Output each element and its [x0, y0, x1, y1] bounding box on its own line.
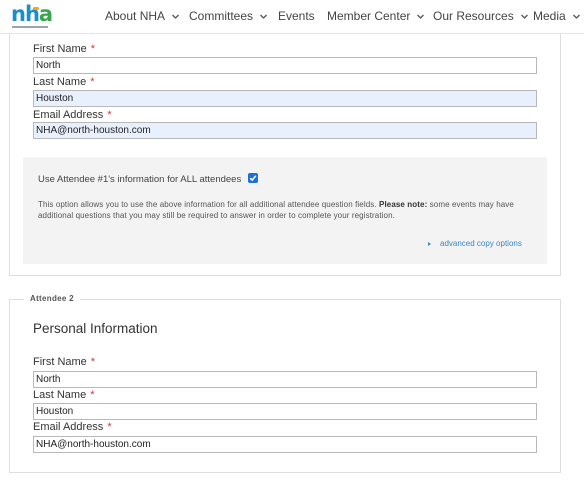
- required-marker: *: [90, 389, 95, 401]
- nav-label: About NHA: [105, 9, 166, 23]
- last-name-field[interactable]: Houston: [33, 90, 537, 107]
- required-marker: *: [90, 43, 96, 55]
- nav-label: Member Center: [327, 9, 411, 23]
- nav-media[interactable]: Media: [533, 9, 581, 23]
- logo-accent-dot: [33, 7, 39, 10]
- required-marker: *: [90, 76, 95, 88]
- attendee-1-panel: First Name * North Last Name * Houston Ema…: [9, 34, 561, 276]
- logo-text: nha: [11, 2, 53, 26]
- chevron-down-icon: [520, 12, 529, 21]
- attendee-2-legend: Attendee 2: [24, 294, 80, 303]
- nav-events[interactable]: Events: [278, 9, 315, 23]
- first-name-field[interactable]: North: [33, 57, 537, 74]
- required-marker: *: [107, 421, 112, 433]
- copy-attendee-info-box: Use Attendee #1's information for ALL at…: [23, 157, 547, 264]
- required-marker: *: [90, 356, 96, 368]
- nav-about-nha[interactable]: About NHA: [105, 9, 180, 23]
- site-header: nha About NHA Committees Events Member C…: [0, 0, 584, 34]
- nav-committees[interactable]: Committees: [189, 9, 268, 23]
- advanced-copy-options-link[interactable]: advanced copy options: [428, 239, 522, 248]
- nav-member-center[interactable]: Member Center: [327, 9, 425, 23]
- last-name-field[interactable]: Houston: [33, 403, 537, 420]
- copy-all-attendees-label: Use Attendee #1's information for ALL at…: [38, 174, 242, 185]
- email-label: Email Address *: [33, 109, 112, 121]
- email-field[interactable]: NHA@north-houston.com: [33, 436, 537, 453]
- personal-information-title: Personal Information: [33, 321, 158, 336]
- nav-label: Committees: [189, 9, 254, 23]
- chevron-down-icon: [259, 12, 268, 21]
- last-name-label: Last Name *: [33, 76, 95, 88]
- copy-all-attendees-checkbox[interactable]: [248, 173, 258, 183]
- nha-logo[interactable]: nha: [11, 2, 53, 29]
- email-label: Email Address *: [33, 421, 112, 433]
- chevron-down-icon: [572, 12, 581, 21]
- first-name-label: First Name *: [33, 43, 96, 55]
- nav-label: Events: [278, 9, 315, 23]
- please-note-label: Please note:: [379, 200, 428, 209]
- chevron-down-icon: [171, 12, 180, 21]
- caret-right-icon: [428, 241, 431, 246]
- last-name-label: Last Name *: [33, 389, 95, 401]
- email-field[interactable]: NHA@north-houston.com: [33, 122, 537, 139]
- nav-our-resources[interactable]: Our Resources: [433, 9, 529, 23]
- nav-label: Our Resources: [433, 9, 514, 23]
- required-marker: *: [107, 109, 112, 121]
- logo-tagline: [12, 26, 48, 28]
- chevron-down-icon: [416, 12, 425, 21]
- nav-label: Media: [533, 9, 566, 23]
- copy-option-description: This option allows you to use the above …: [38, 200, 514, 220]
- attendee-2-panel: Attendee 2 Personal Information First Na…: [9, 294, 561, 473]
- first-name-field[interactable]: North: [33, 371, 537, 388]
- first-name-label: First Name *: [33, 356, 96, 368]
